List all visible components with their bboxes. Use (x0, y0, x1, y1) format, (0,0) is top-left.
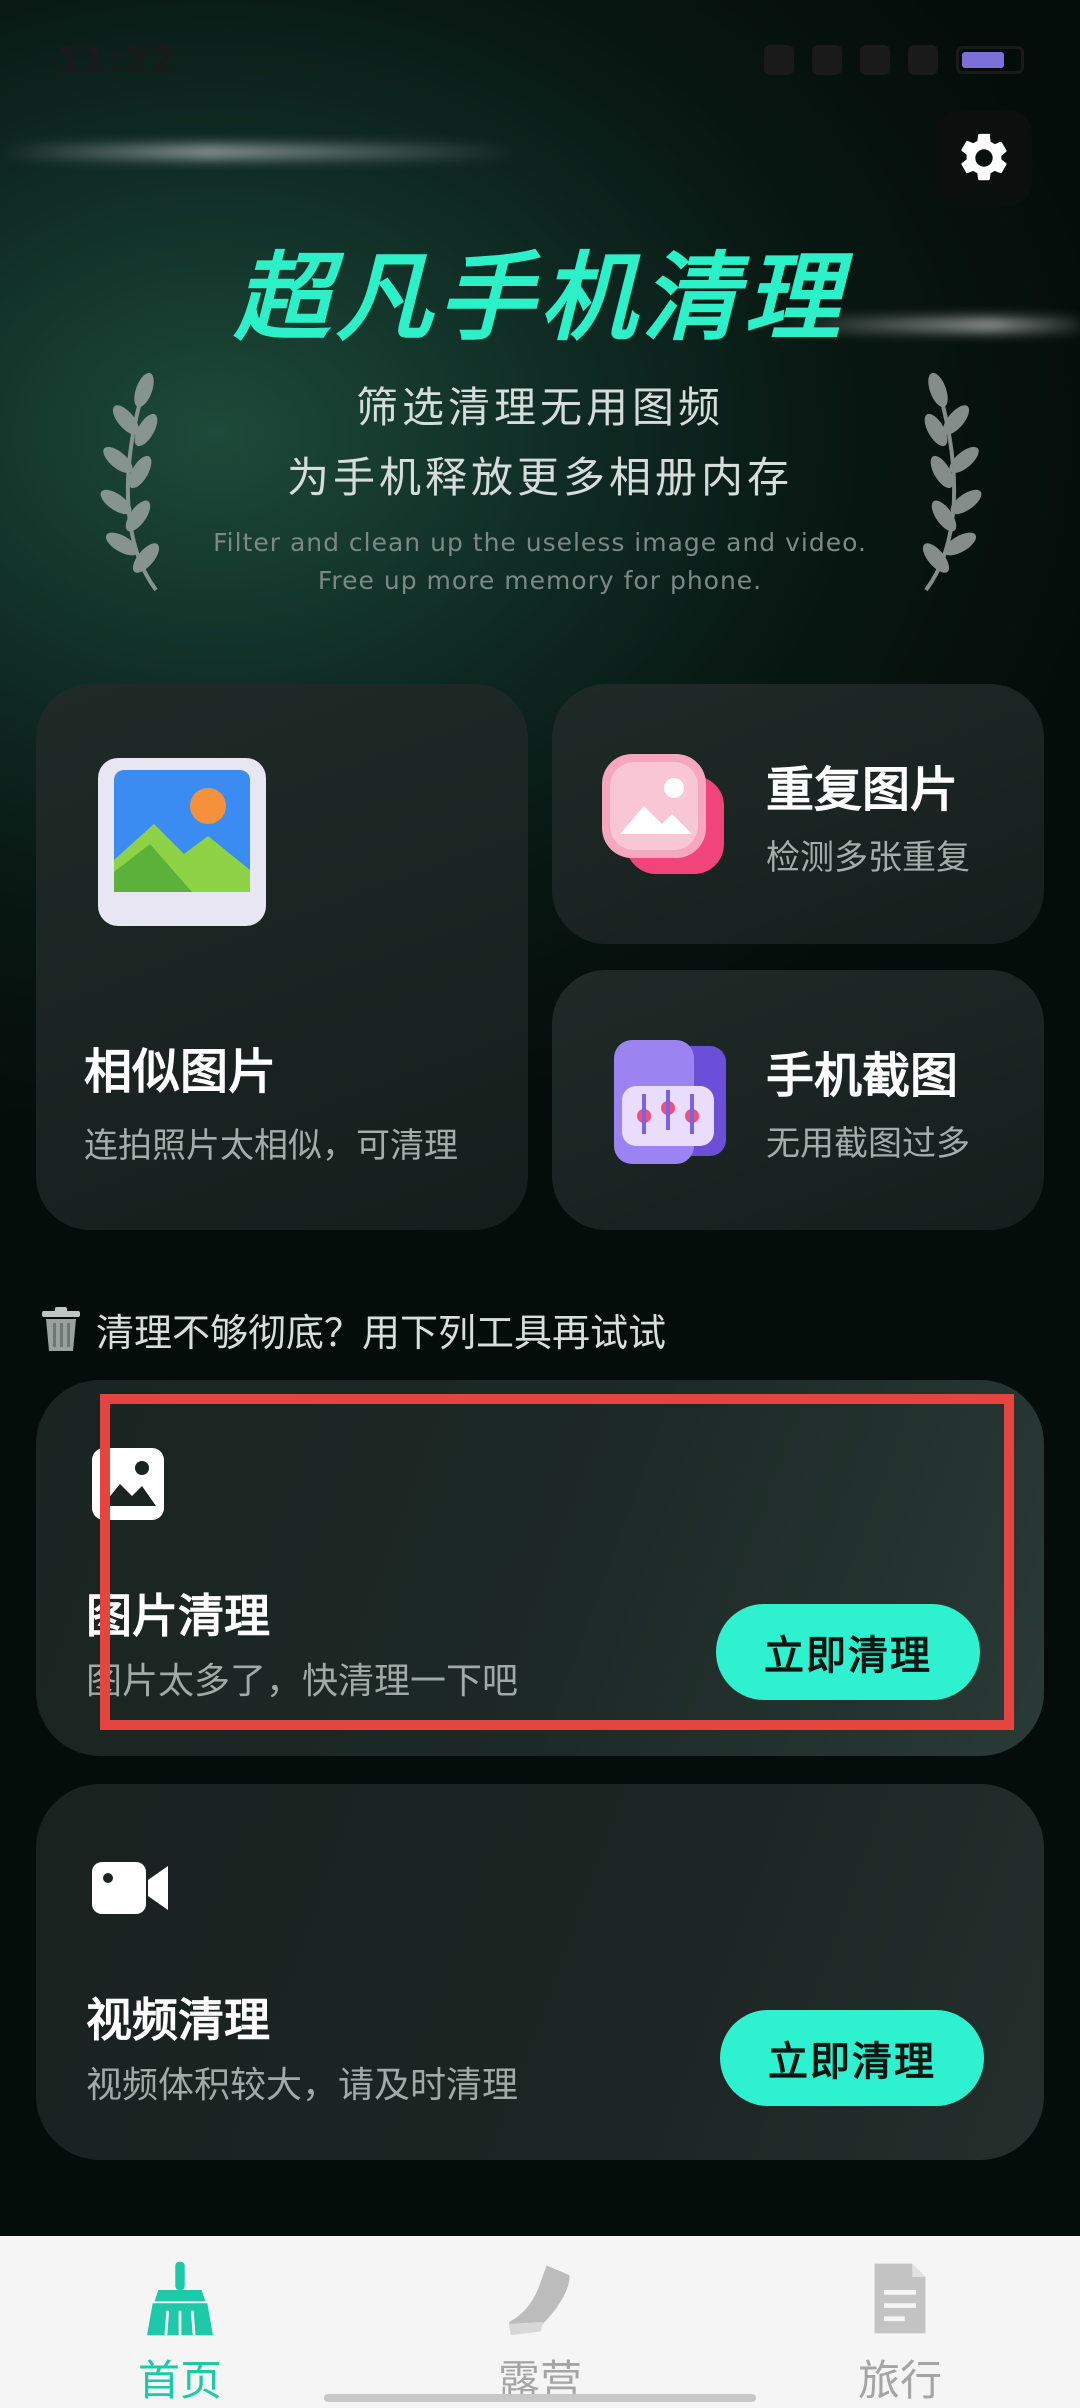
shoe-icon (508, 2265, 570, 2336)
status-time: 11:22 (56, 39, 176, 81)
network-speed-icon (812, 45, 842, 75)
subtitle-line-1: 筛选清理无用图频 (355, 383, 724, 432)
similar-photos-card[interactable]: 相似图片 连拍照片太相似，可清理 (36, 684, 528, 1230)
duplicate-photos-desc: 检测多张重复 (766, 838, 970, 878)
duplicate-photos-title: 重复图片 (766, 762, 959, 818)
similar-photos-desc: 连拍照片太相似，可清理 (84, 1126, 458, 1166)
similar-photos-title: 相似图片 (84, 1044, 277, 1100)
tab-travel-label: 旅行 (857, 2356, 942, 2405)
tab-travel[interactable]: 旅行 (720, 2236, 1080, 2408)
landscape-photo-icon (98, 758, 266, 926)
subtitle-line-2: 为手机释放更多相册内存 (286, 453, 793, 502)
video-clean-now-button[interactable]: 立即清理 (720, 2010, 984, 2106)
app-title: 超凡手机清理 (234, 242, 846, 354)
wifi-icon (908, 45, 938, 75)
trash-can-icon (42, 1306, 80, 1351)
highlight-box (100, 1394, 1014, 1730)
document-icon (874, 2263, 926, 2334)
duplicate-photo-icon (602, 754, 724, 874)
mute-icon (764, 45, 794, 75)
english-subtitle-1: Filter and clean up the useless image an… (213, 528, 867, 557)
phone-screenshot-icon (614, 1040, 726, 1164)
screenshots-desc: 无用截图过多 (766, 1124, 970, 1164)
video-cleanup-title: 视频清理 (86, 1993, 270, 2047)
bottom-tab-bar: 首页 露营 旅行 (0, 2236, 1080, 2408)
status-bar: 11:22 (0, 0, 1080, 120)
video-cleanup-desc: 视频体积较大，请及时清理 (86, 2065, 519, 2106)
sim-icon (860, 45, 890, 75)
light-streak (0, 145, 520, 159)
screenshots-card[interactable]: 手机截图 无用截图过多 (552, 970, 1044, 1230)
video-camera-icon (92, 1862, 168, 1914)
tab-home[interactable]: 首页 (0, 2236, 360, 2408)
home-indicator[interactable] (324, 2394, 756, 2402)
screenshots-title: 手机截图 (766, 1048, 959, 1104)
status-icons (764, 45, 1024, 75)
tab-camping[interactable]: 露营 (360, 2236, 720, 2408)
english-subtitle-2: Free up more memory for phone. (317, 566, 763, 595)
duplicate-photos-card[interactable]: 重复图片 检测多张重复 (552, 684, 1044, 944)
battery-icon (956, 46, 1024, 74)
video-cleanup-card[interactable]: 视频清理 视频体积较大，请及时清理 立即清理 (36, 1784, 1044, 2160)
gear-icon (961, 133, 1007, 181)
settings-button[interactable] (936, 110, 1032, 206)
tab-home-label: 首页 (137, 2356, 222, 2405)
broom-icon (147, 2261, 213, 2336)
tip-text: 清理不够彻底？用下列工具再试试 (96, 1311, 667, 1355)
tip-row: 清理不够彻底？用下列工具再试试 (40, 1302, 666, 1357)
